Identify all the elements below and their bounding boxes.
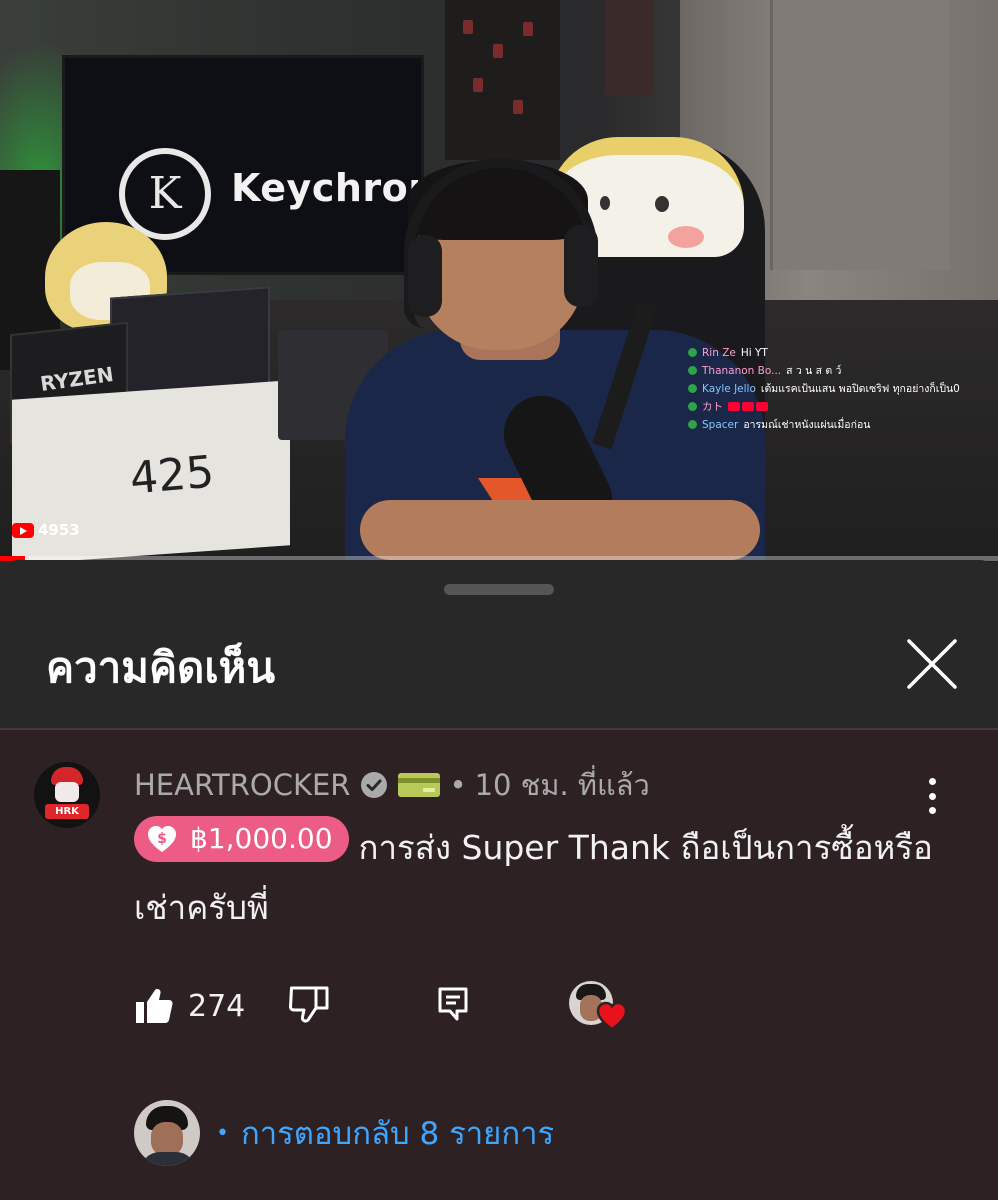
live-chat-overlay: Rin Ze Hi YT Thananon Bo... ส ว น ส ต ว์… (688, 344, 988, 434)
dislike-button[interactable] (289, 985, 329, 1027)
more-dot (928, 807, 936, 814)
wall-poster (605, 0, 653, 95)
chat-message: Kayle Jello เต้มแรคเป้นแสน พอปิดเซริฟ ทุ… (688, 380, 988, 398)
close-icon (907, 639, 957, 689)
super-thanks-amount: ฿1,000.00 (190, 822, 333, 855)
headphone-earcup (564, 225, 598, 307)
chat-text: Hi YT (740, 347, 768, 359)
reply-avatar-face (151, 1122, 183, 1156)
youtube-emote-icon (742, 402, 754, 411)
chat-badge-icon (688, 402, 697, 411)
avatar-label: HRK (45, 804, 89, 819)
super-thanks-chip: $ ฿1,000.00 (134, 816, 349, 862)
chat-text: เต้มแรคเป้นแสน พอปิดเซริฟ ทุกอย่างก็เป็น… (760, 383, 960, 395)
chat-message: カト (688, 398, 988, 416)
chat-emotes (728, 398, 770, 416)
comment-header: HEARTROCKER • 10 ชม. ที่แล้ว (134, 762, 650, 808)
chat-author: Spacer (702, 419, 739, 431)
reply-author-avatar (134, 1100, 200, 1166)
chat-text: ส ว น ส ต ว์ (786, 365, 842, 377)
like-button[interactable]: 274 (134, 987, 245, 1025)
verified-check-icon (361, 772, 388, 798)
comments-sheet: ความคิดเห็น HRK HEARTROCKER • 10 ชม. ที่… (0, 560, 998, 1200)
chat-message: Rin Ze Hi YT (688, 344, 988, 362)
comment-thread: HRK HEARTROCKER • 10 ชม. ที่แล้ว $ ฿1,00… (0, 730, 998, 1200)
viewer-count: 4953 (12, 521, 80, 539)
more-dot (928, 792, 936, 800)
chat-author: Thananon Bo... (702, 365, 782, 377)
heart-dollar-icon: $ (148, 826, 176, 852)
chat-badge-icon (688, 366, 697, 375)
more-options-button[interactable] (918, 772, 946, 820)
like-count: 274 (188, 988, 246, 1024)
viewer-count-text: 4953 (38, 521, 80, 539)
streamer-hands (360, 500, 760, 560)
close-button[interactable] (900, 632, 964, 696)
more-dot (928, 778, 936, 785)
headphone-earcup (408, 235, 442, 317)
chat-author: Kayle Jello (702, 383, 756, 395)
avatar-face (55, 782, 79, 802)
heart-icon (597, 1001, 628, 1031)
comment-body: $ ฿1,000.00 การส่ง Super Thank ถือเป็นกา… (134, 816, 954, 938)
keychron-logo-letter: K (148, 168, 182, 219)
comment-time: 10 ชม. ที่แล้ว (474, 768, 650, 802)
creator-heart (569, 981, 628, 1031)
reply-avatar-shirt (140, 1152, 196, 1166)
header-separator: • (449, 768, 467, 802)
comment-author[interactable]: HEARTROCKER (134, 768, 350, 802)
pillow-eye (655, 196, 669, 212)
thumbs-down-icon (289, 986, 329, 1023)
pillow-cheek (668, 226, 704, 248)
replies-count-text: การตอบกลับ 8 รายการ (240, 1116, 555, 1152)
svg-text:$: $ (157, 831, 167, 847)
chat-badge-icon (688, 420, 697, 429)
reply-button[interactable] (437, 986, 469, 1026)
chat-author: カト (702, 401, 723, 413)
youtube-emote-icon (728, 402, 740, 411)
pillow-eye (600, 196, 610, 210)
chat-message: Thananon Bo... ส ว น ส ต ว์ (688, 362, 988, 380)
background-door (770, 0, 950, 270)
author-avatar[interactable]: HRK (34, 762, 100, 828)
comment-actions: 274 (134, 976, 628, 1036)
chat-message: Spacer อารมณ์เช่าหนังแผ่นเมื่อก่อน (688, 416, 988, 434)
reply-comment-icon (438, 987, 468, 1021)
tv-brand-text: Keychron (231, 166, 436, 210)
chat-badge-icon (688, 348, 697, 357)
chat-badge-icon (688, 384, 697, 393)
view-replies[interactable]: • การตอบกลับ 8 รายการ (134, 1100, 554, 1166)
replies-link[interactable]: • การตอบกลับ 8 รายการ (216, 1108, 554, 1158)
replies-dot: • (216, 1120, 229, 1146)
comments-title: ความคิดเห็น (46, 643, 276, 692)
chat-author: Rin Ze (702, 347, 736, 359)
youtube-emote-icon (756, 402, 768, 411)
shelf (445, 0, 560, 160)
drag-handle[interactable] (444, 584, 554, 595)
thumbs-up-icon (136, 989, 173, 1023)
member-badge-icon (398, 773, 441, 797)
box-number-label: 425 (127, 446, 217, 505)
product-box-dark (110, 286, 270, 396)
chat-text: อารมณ์เช่าหนังแผ่นเมื่อก่อน (743, 419, 871, 431)
video-player[interactable]: K Keychron RYZEN 425 Rin Ze Hi YT Thanan… (0, 0, 998, 562)
youtube-live-icon (12, 522, 34, 538)
